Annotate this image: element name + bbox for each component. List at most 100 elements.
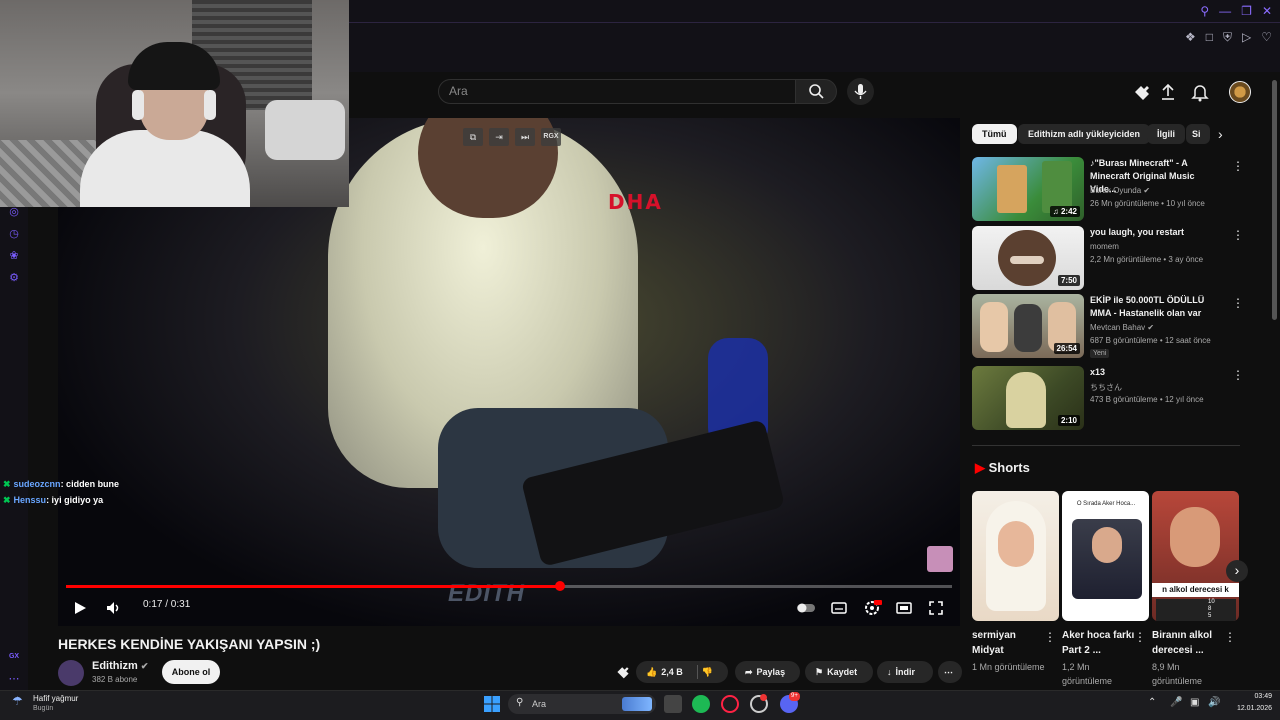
clock-time[interactable]: 03:49 [1236, 693, 1272, 700]
gx-label[interactable]: GX [7, 650, 21, 664]
share-button[interactable]: ➦ Paylaş [735, 661, 800, 683]
short-overlay-text: n alkol derecesi k [1152, 583, 1239, 597]
video-thumbnail[interactable]: 2:10 [972, 366, 1084, 430]
settings-icon[interactable] [862, 598, 882, 618]
shield-icon[interactable]: ⛨ [1223, 30, 1232, 45]
recommendation-item[interactable]: 7:50 you laugh, you restart momem 2,2 Mn… [972, 226, 1244, 290]
search-input[interactable]: Ara [438, 79, 796, 104]
chip-related[interactable]: İlgili [1147, 124, 1185, 144]
chat-text: : iyi gidiyo ya [46, 495, 104, 505]
shorts-next-icon[interactable]: › [1226, 560, 1248, 582]
save-button[interactable]: ⚑ Kaydet [805, 661, 873, 683]
microphone-icon[interactable]: 🎤 [1170, 697, 1182, 708]
short-title[interactable]: Biranın alkol derecesi ... [1152, 628, 1227, 658]
channel-name[interactable]: Edithizm ✔ [92, 660, 148, 672]
subtitles-icon[interactable] [829, 598, 849, 618]
recommendation-item[interactable]: 2:10 x13 ちちさん 473 B görüntüleme • 12 yıl… [972, 366, 1244, 430]
more-options-icon[interactable]: ⋮ [1232, 368, 1244, 382]
short-title[interactable]: sermiyan Midyat [972, 628, 1047, 658]
task-view-icon[interactable] [664, 695, 682, 713]
more-icon[interactable]: ⋯ [7, 672, 21, 686]
tray-chevron-icon[interactable]: ⌃ [1148, 697, 1156, 708]
account-avatar[interactable] [1229, 81, 1251, 103]
short-thumbnail[interactable] [972, 491, 1059, 621]
volume-icon[interactable] [104, 598, 124, 618]
more-options-icon[interactable]: ⋮ [1232, 296, 1244, 310]
opera-gx-icon[interactable] [721, 695, 739, 713]
enter-icon[interactable]: ⇥ [489, 128, 509, 146]
snapshot-icon[interactable]: □ [1206, 30, 1213, 45]
chip-all[interactable]: Tümü [972, 124, 1017, 144]
channel-name[interactable]: ちちさん [1090, 382, 1122, 393]
dislike-icon[interactable]: 👎 [702, 661, 713, 683]
video-thumbnail[interactable]: 7:50 [972, 226, 1084, 290]
more-options-icon[interactable]: ⋮ [1224, 630, 1236, 644]
chat-user: Henssu [13, 495, 47, 505]
channel-watermark[interactable] [927, 546, 953, 572]
more-options-icon[interactable]: ⋮ [1044, 630, 1056, 644]
heart-icon[interactable]: ♡ [1261, 30, 1272, 45]
spotify-icon[interactable] [692, 695, 710, 713]
play-icon[interactable]: ▷ [1242, 30, 1251, 45]
weather-icon[interactable]: ☂ [12, 694, 23, 708]
like-count[interactable]: 2,4 B [661, 661, 683, 683]
display-icon[interactable]: ▣ [1190, 697, 1199, 708]
subscriber-count: 382 B abone [92, 675, 138, 684]
chips-next-icon[interactable]: › [1218, 126, 1223, 142]
pillow [265, 100, 345, 160]
skip-icon[interactable]: ⏭ [515, 128, 535, 146]
like-icon[interactable]: 👍 [646, 661, 657, 683]
popout-icon[interactable]: ⧉ [463, 128, 483, 146]
history-icon[interactable]: ◷ [7, 227, 21, 241]
fullscreen-icon[interactable] [926, 598, 946, 618]
restore-icon[interactable]: ❐ [1241, 4, 1252, 18]
video-title[interactable]: EKİP ile 50.000TL ÖDÜLLÜ MMA - Hastaneli… [1090, 294, 1220, 320]
channel-avatar[interactable] [58, 660, 84, 686]
page-scrollbar[interactable] [1272, 80, 1277, 320]
start-icon[interactable] [483, 695, 501, 713]
video-title[interactable]: x13 [1090, 366, 1220, 379]
player-icon[interactable]: ◎ [7, 205, 21, 219]
rgx-button[interactable]: RGX [541, 128, 561, 146]
create-clip-icon[interactable] [615, 664, 631, 680]
more-options-icon[interactable]: ⋮ [1232, 159, 1244, 173]
clock-date[interactable]: 12.01.2026 [1224, 705, 1272, 712]
notifications-icon[interactable] [1190, 82, 1212, 102]
upload-icon[interactable] [1158, 82, 1180, 102]
chip-from-uploader[interactable]: Edithizm adlı yükleyiciden [1018, 124, 1151, 144]
theater-mode-icon[interactable] [894, 598, 914, 618]
create-icon[interactable] [1132, 82, 1154, 102]
search-icon[interactable]: ⚲ [1200, 4, 1209, 18]
extensions-icon[interactable]: ❀ [7, 249, 21, 263]
more-options-icon[interactable]: ⋮ [1134, 630, 1146, 644]
more-actions-button[interactable]: ⋯ [938, 661, 962, 683]
video-title[interactable]: you laugh, you restart [1090, 226, 1220, 239]
search-button[interactable] [795, 79, 837, 104]
autoplay-toggle[interactable] [796, 598, 816, 618]
channel-name[interactable]: momem [1090, 242, 1119, 251]
recommendation-item[interactable]: 26:54 EKİP ile 50.000TL ÖDÜLLÜ MMA - Has… [972, 294, 1244, 358]
close-icon[interactable]: ✕ [1262, 4, 1272, 18]
chat-user: sudeozcnn [13, 479, 61, 489]
subscribe-button[interactable]: Abone ol [162, 660, 220, 684]
short-title[interactable]: Aker hoca farkı Part 2 ... [1062, 628, 1137, 658]
shorts-header: ▶ Shorts [975, 460, 1030, 475]
recommendation-item[interactable]: ♫ 2:42 ♪"Burası Minecraft" - A Minecraft… [972, 157, 1244, 221]
short-thumbnail[interactable]: O Sırada Aker Hoca... [1062, 491, 1149, 621]
section-divider [972, 445, 1240, 446]
microphone-button[interactable] [847, 78, 874, 105]
channel-name[interactable]: Burak Oyunda ✔ [1090, 186, 1150, 195]
weather-title[interactable]: Hafif yağmur [33, 694, 78, 703]
volume-icon[interactable]: 🔊 [1208, 697, 1220, 708]
short-thumbnail[interactable]: n alkol derecesi k 10 8 5 [1152, 491, 1239, 621]
minimize-icon[interactable]: — [1219, 4, 1231, 18]
settings-icon[interactable]: ⚙ [7, 271, 21, 285]
more-options-icon[interactable]: ⋮ [1232, 228, 1244, 242]
chip-partial[interactable]: Si [1186, 124, 1210, 144]
download-button[interactable]: ↓ İndir [877, 661, 933, 683]
play-button[interactable] [70, 598, 90, 618]
video-thumbnail[interactable]: 26:54 [972, 294, 1084, 358]
pin-icon[interactable]: ❖ [1185, 30, 1196, 45]
video-thumbnail[interactable]: ♫ 2:42 [972, 157, 1084, 221]
channel-name[interactable]: Mevtcan Bahav ✔ [1090, 323, 1154, 332]
